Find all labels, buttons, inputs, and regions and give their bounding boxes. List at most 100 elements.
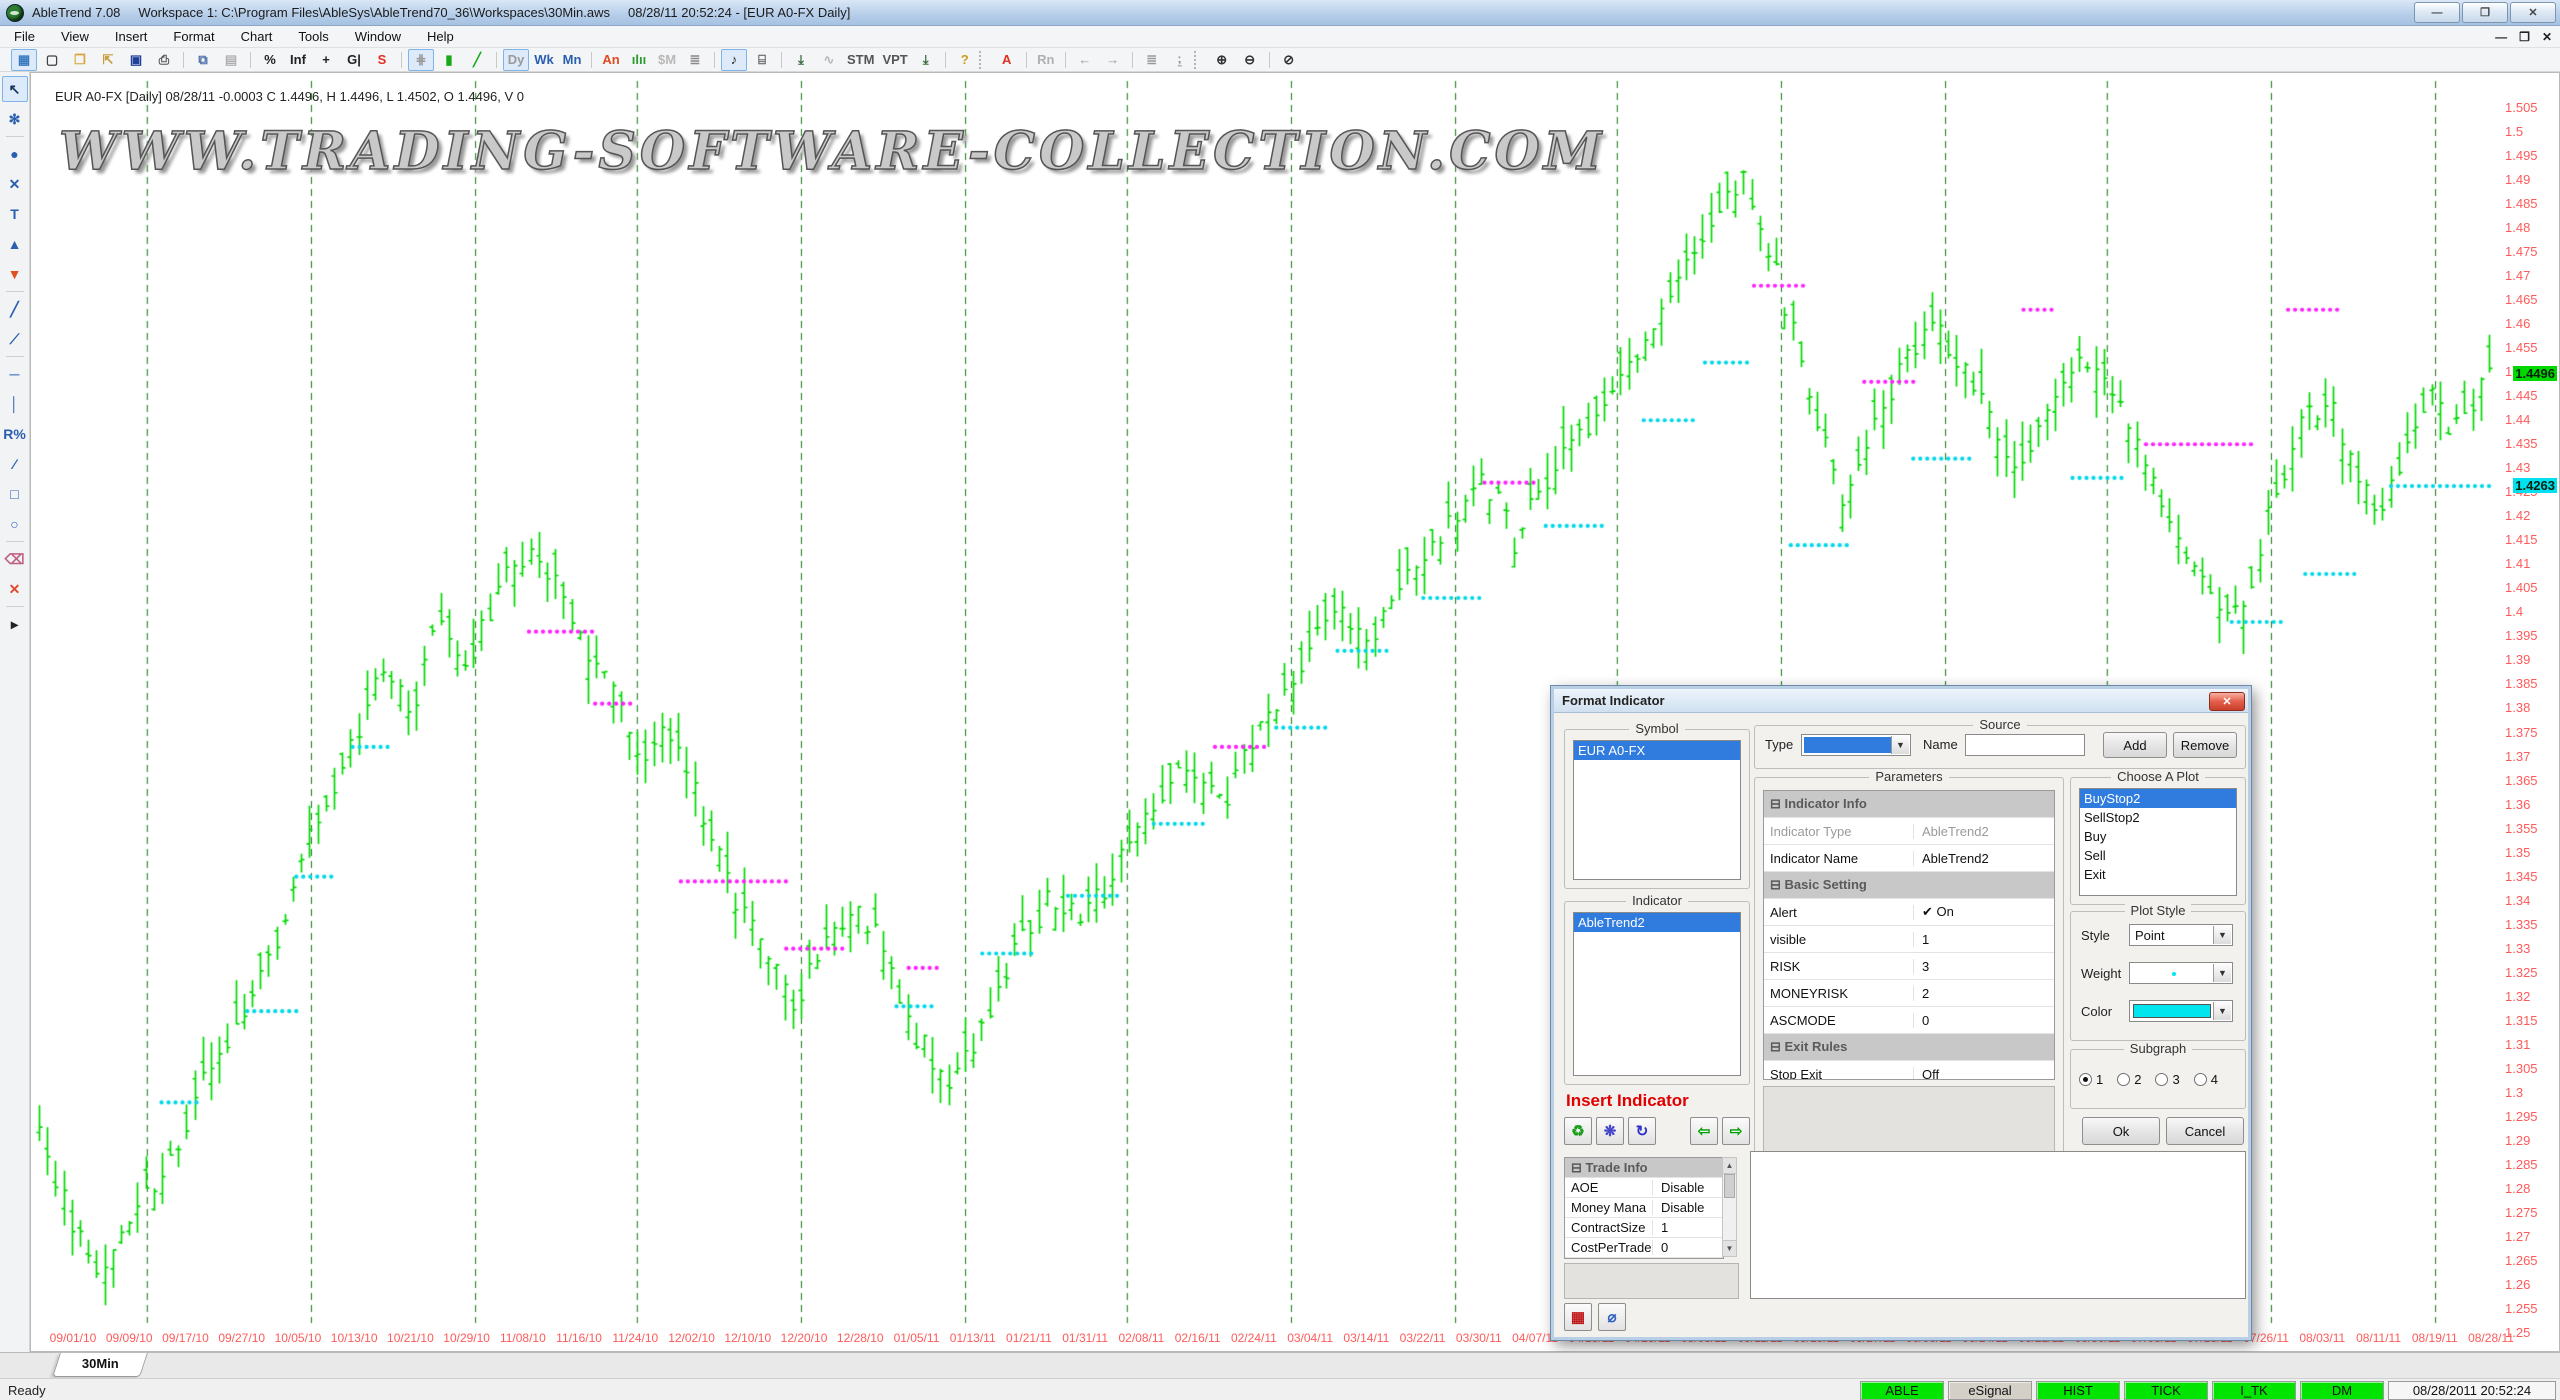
subgraph-radio-3[interactable]: 3 <box>2155 1072 2179 1087</box>
scroll-right-icon[interactable]: → <box>1100 49 1126 71</box>
short-line-icon[interactable]: ∕ <box>2 451 28 477</box>
type-dropdown-arrow[interactable]: ▼ <box>1891 736 1909 754</box>
download-data2-icon[interactable]: ⤓ <box>913 49 939 71</box>
save-icon[interactable]: ▣ <box>123 49 149 71</box>
grid-row[interactable]: CostPerTrade0 <box>1565 1238 1723 1258</box>
list-item[interactable]: SellStop2 <box>2080 808 2236 827</box>
style-dropdown-arrow[interactable]: ▼ <box>2213 926 2231 944</box>
grid-row[interactable]: Money ManaDisable <box>1565 1198 1723 1218</box>
quote-list-icon[interactable]: ≣ <box>682 49 708 71</box>
trade-info-scrollbar[interactable]: ▲ ▼ <box>1722 1157 1737 1257</box>
grid-section[interactable]: ⊟ Indicator Info <box>1764 791 2054 818</box>
color-dropdown[interactable]: ▼ <box>2129 1000 2233 1022</box>
auto-scale-icon[interactable]: A <box>994 49 1020 71</box>
chart-window-icon[interactable]: ▦ <box>11 49 37 71</box>
mdi-minimize-button[interactable]: — <box>2495 30 2507 44</box>
menu-chart[interactable]: Chart <box>241 29 273 44</box>
grid-section[interactable]: ⊟ Basic Setting <box>1764 872 2054 899</box>
weekly-period-button[interactable]: Wk <box>531 49 557 71</box>
name-input[interactable] <box>1965 734 2085 756</box>
dialog-close-button[interactable]: ✕ <box>2209 692 2245 711</box>
mdi-close-button[interactable]: ✕ <box>2542 30 2552 44</box>
vpt-button[interactable]: VPT <box>879 49 910 71</box>
subgraph-radio-4[interactable]: 4 <box>2194 1072 2218 1087</box>
grid-row[interactable]: Stop ExitOff <box>1764 1061 2054 1080</box>
open-folder-icon[interactable]: ❒ <box>67 49 93 71</box>
scroll-left-icon[interactable]: ← <box>1072 49 1098 71</box>
cancel-button[interactable]: Cancel <box>2166 1117 2244 1145</box>
list-item[interactable]: Buy <box>2080 827 2236 846</box>
import-workspace-icon[interactable]: ⇱ <box>95 49 121 71</box>
list-item[interactable]: Exit <box>2080 865 2236 884</box>
wave-tool-icon[interactable]: ∿ <box>816 49 842 71</box>
info-bar-icon[interactable]: Inf <box>285 49 311 71</box>
minimize-button[interactable]: — <box>2414 2 2460 23</box>
menu-tools[interactable]: Tools <box>298 29 328 44</box>
add-button[interactable]: Add <box>2103 732 2167 758</box>
subgraph-radio-2[interactable]: 2 <box>2117 1072 2141 1087</box>
scroll-down-arrow[interactable]: ▼ <box>1723 1240 1736 1256</box>
grid-row[interactable]: MONEYRISK2 <box>1764 980 2054 1007</box>
symbol-lookup-icon[interactable]: S <box>369 49 395 71</box>
menu-format[interactable]: Format <box>173 29 214 44</box>
trendline-icon[interactable]: ╱ <box>2 296 28 322</box>
grid-row[interactable]: RISK3 <box>1764 953 2054 980</box>
mdi-restore-button[interactable]: ❐ <box>2519 30 2530 44</box>
rectangle-tool-icon[interactable]: □ <box>2 481 28 507</box>
copy-icon[interactable]: ⧉ <box>190 49 216 71</box>
recycle-blue-icon[interactable]: ↻ <box>1628 1117 1656 1145</box>
type-dropdown[interactable]: ▼ <box>1801 734 1911 756</box>
up-arrow-marker-icon[interactable]: ▲ <box>2 231 28 257</box>
grid-section[interactable]: ⊟ Trade Info <box>1565 1158 1723 1178</box>
close-button[interactable]: ✕ <box>2510 2 2556 23</box>
new-window-icon[interactable]: ▢ <box>39 49 65 71</box>
snowflake-blue-icon[interactable]: ❋ <box>1596 1117 1624 1145</box>
style-dropdown[interactable]: Point ▼ <box>2129 924 2233 946</box>
output-listbox[interactable] <box>1750 1151 2246 1299</box>
weight-dropdown-arrow[interactable]: ▼ <box>2213 964 2231 982</box>
horizontal-line-icon[interactable]: ─ <box>2 361 28 387</box>
grid-row[interactable]: AOEDisable <box>1565 1178 1723 1198</box>
volume-bars-icon[interactable]: ılıı <box>626 49 652 71</box>
text-tool-icon[interactable]: T <box>2 201 28 227</box>
menu-file[interactable]: File <box>14 29 35 44</box>
zoom-off-icon[interactable]: ⊘ <box>1276 49 1302 71</box>
list-item[interactable]: BuyStop2 <box>2080 789 2236 808</box>
scroll-up-arrow[interactable]: ▲ <box>1723 1158 1736 1174</box>
color-dropdown-arrow[interactable]: ▼ <box>2213 1002 2231 1020</box>
list-item[interactable]: AbleTrend2 <box>1574 913 1740 932</box>
x-marker-icon[interactable]: ✕ <box>2 171 28 197</box>
vertical-line-icon[interactable]: │ <box>2 391 28 417</box>
help-icon[interactable]: ? <box>952 49 978 71</box>
monthly-period-button[interactable]: Mn <box>559 49 585 71</box>
eraser-icon[interactable]: ⌫ <box>2 546 28 572</box>
paste-icon[interactable]: ▤ <box>218 49 244 71</box>
weight-dropdown[interactable]: ▼ <box>2129 962 2233 984</box>
download-data-icon[interactable]: ⤓ <box>788 49 814 71</box>
ray-line-icon[interactable]: ⟋ <box>2 326 28 352</box>
report-list-icon[interactable]: ≣ <box>1139 49 1165 71</box>
indicator-list[interactable]: AbleTrend2 <box>1573 912 1741 1076</box>
trade-info-grid[interactable]: ⊟ Trade InfoAOEDisableMoney ManaDisable C… <box>1564 1157 1724 1259</box>
stm-button[interactable]: STM <box>844 49 877 71</box>
candlestick-type-icon[interactable]: ▮ <box>436 49 462 71</box>
trade-report-icon[interactable]: ▦ <box>1564 1303 1592 1331</box>
menu-insert[interactable]: Insert <box>115 29 148 44</box>
grid-row[interactable]: Indicator NameAbleTrend2 <box>1764 845 2054 872</box>
subgraph-radio-1[interactable]: 1 <box>2079 1072 2103 1087</box>
line-chart-type-icon[interactable]: ╱ <box>464 49 490 71</box>
select-pointer-icon[interactable]: ↖ <box>2 76 28 102</box>
parameters-grid[interactable]: ⊟ Indicator InfoIndicator TypeAbleTrend2… <box>1763 790 2055 1080</box>
grid-section[interactable]: ⊟ Exit Rules <box>1764 1034 2054 1061</box>
money-flow-icon[interactable]: $M <box>654 49 680 71</box>
down-arrow-marker-icon[interactable]: ▼ <box>2 261 28 287</box>
chart-search-icon[interactable]: ⌀ <box>1598 1303 1626 1331</box>
recycle-green-icon[interactable]: ♻ <box>1564 1117 1592 1145</box>
print-icon[interactable]: ⎙ <box>151 49 177 71</box>
percent-icon[interactable]: % <box>257 49 283 71</box>
bar-chart-type-icon[interactable]: ⋕ <box>408 49 434 71</box>
retracement-icon[interactable]: R% <box>2 421 28 447</box>
sound-alert-icon[interactable]: ♪ <box>721 49 747 71</box>
zoom-in-icon[interactable]: ⊕ <box>1209 49 1235 71</box>
tab-30min[interactable]: 30Min <box>52 1353 148 1377</box>
